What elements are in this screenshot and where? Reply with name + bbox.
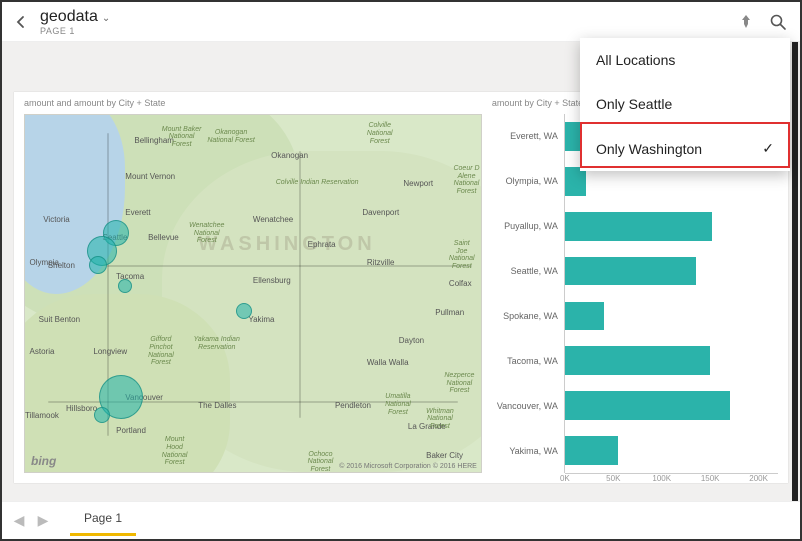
bar[interactable] [565, 391, 730, 420]
report-title: geodata [40, 8, 98, 26]
dropdown-item[interactable]: Only Washington ✓ [580, 126, 790, 171]
right-edge-shadow [792, 42, 798, 501]
bar-category-label: Spokane, WA [492, 294, 564, 339]
map-bubble[interactable] [236, 303, 252, 319]
dropdown-item-label: Only Washington [596, 141, 702, 157]
check-icon: ✓ [762, 140, 774, 157]
bar-category-label: Puyallup, WA [492, 204, 564, 249]
prev-page-button[interactable]: ◀ [12, 512, 26, 529]
bar[interactable] [565, 212, 712, 241]
bar-category-axis: Everett, WAOlympia, WAPuyallup, WASeattl… [492, 114, 564, 473]
top-bar: geodata ⌄ PAGE 1 [2, 2, 800, 42]
bar[interactable] [565, 257, 696, 286]
axis-tick: 50K [606, 474, 620, 483]
map-bubble[interactable] [118, 279, 132, 293]
location-filter-dropdown: All Locations Only Seattle Only Washington… [580, 38, 790, 171]
bar[interactable] [565, 302, 604, 331]
title-block[interactable]: geodata ⌄ PAGE 1 [40, 8, 110, 36]
back-icon [14, 15, 28, 29]
axis-tick: 150K [701, 474, 720, 483]
bing-logo: bing [31, 454, 56, 468]
bar-category-label: Tacoma, WA [492, 338, 564, 383]
map-attribution: © 2016 Microsoft Corporation © 2016 HERE [339, 463, 477, 470]
search-button[interactable] [766, 10, 790, 34]
map-bubble[interactable] [94, 407, 110, 423]
bar-category-label: Olympia, WA [492, 159, 564, 204]
bar-category-label: Vancouver, WA [492, 383, 564, 428]
bar-category-label: Seattle, WA [492, 249, 564, 294]
axis-tick: 200K [749, 474, 768, 483]
map-title: amount and amount by City + State [24, 98, 482, 108]
page-tab[interactable]: Page 1 [70, 505, 136, 536]
search-icon [769, 13, 787, 31]
map-bubble[interactable] [89, 256, 107, 274]
bar[interactable] [565, 436, 618, 465]
axis-tick: 100K [652, 474, 671, 483]
map-visual[interactable]: amount and amount by City + State WASHIN… [24, 98, 482, 473]
bar-category-label: Yakima, WA [492, 428, 564, 473]
bar-value-axis: 0K50K100K150K200K [565, 473, 778, 487]
page-subtitle: PAGE 1 [40, 26, 110, 36]
bar[interactable] [565, 167, 586, 196]
bar-category-label: Everett, WA [492, 114, 564, 159]
dropdown-item[interactable]: Only Seattle [580, 82, 790, 126]
map-area[interactable]: WASHINGTON bing © 2016 Microsoft Corpora… [24, 114, 482, 473]
pin-icon [738, 14, 754, 30]
axis-tick: 0K [560, 474, 570, 483]
next-page-button[interactable]: ▶ [36, 512, 50, 529]
dropdown-item-label: All Locations [596, 52, 675, 68]
chevron-down-icon: ⌄ [102, 13, 110, 24]
page-nav-bar: ◀ ▶ Page 1 [2, 501, 800, 539]
bar[interactable] [565, 346, 710, 375]
back-button[interactable] [12, 13, 30, 31]
dropdown-item-label: Only Seattle [596, 96, 672, 112]
map-forest-label: ColvilleNationalForest [367, 122, 393, 145]
dropdown-item[interactable]: All Locations [580, 38, 790, 82]
